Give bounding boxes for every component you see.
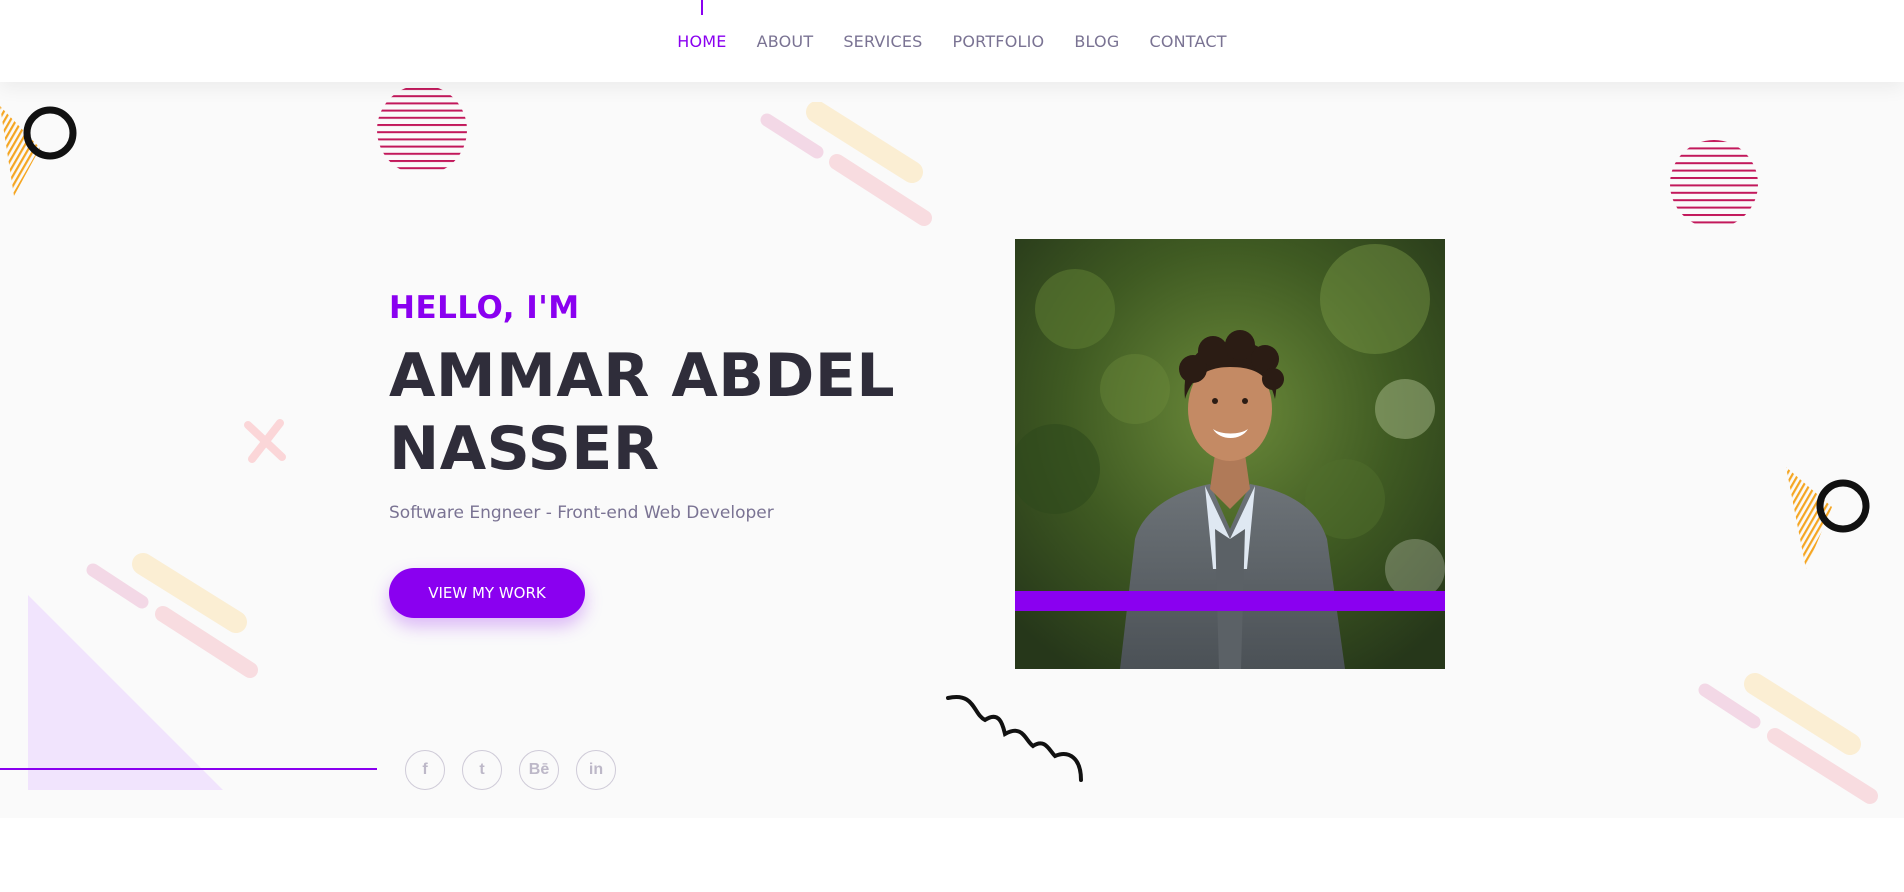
nav-about-link[interactable]: ABOUT xyxy=(757,32,814,51)
site-header: HOME ABOUT SERVICES PORTFOLIO BLOG CONTA… xyxy=(0,0,1904,82)
diagonal-bars-decoration xyxy=(1698,673,1878,804)
hero-name: AMMAR ABDEL NASSER xyxy=(389,340,909,486)
hero-subtitle: Software Engneer - Front-end Web Develop… xyxy=(389,503,774,523)
photo-accent-bar xyxy=(1015,591,1445,611)
striped-circle-decoration xyxy=(377,88,467,172)
main-nav: HOME ABOUT SERVICES PORTFOLIO BLOG CONTA… xyxy=(0,0,1904,82)
black-ring-decoration xyxy=(23,106,77,160)
hero-section xyxy=(0,82,1904,818)
diagonal-bars-decoration xyxy=(760,102,932,226)
zigzag-decoration xyxy=(946,694,1083,782)
cross-decoration xyxy=(244,419,286,463)
linkedin-icon[interactable]: in xyxy=(576,750,616,790)
hero-name-line1: AMMAR ABDEL xyxy=(389,341,896,411)
view-my-work-button[interactable]: VIEW MY WORK xyxy=(389,568,585,618)
nav-blog-link[interactable]: BLOG xyxy=(1074,32,1119,51)
hero-greeting: HELLO, I'M xyxy=(389,290,580,326)
twitter-icon[interactable]: t xyxy=(462,750,502,790)
nav-contact-link[interactable]: CONTACT xyxy=(1149,32,1226,51)
social-divider-line xyxy=(0,768,377,770)
nav-home-link[interactable]: HOME xyxy=(677,32,726,51)
striped-circle-decoration xyxy=(1670,140,1758,228)
facebook-icon[interactable]: f xyxy=(405,750,445,790)
hero-name-line2: NASSER xyxy=(389,414,660,484)
black-ring-decoration xyxy=(1816,479,1870,533)
nav-portfolio-link[interactable]: PORTFOLIO xyxy=(953,32,1045,51)
nav-services-link[interactable]: SERVICES xyxy=(843,32,922,51)
behance-icon[interactable]: Bē xyxy=(519,750,559,790)
diagonal-bars-decoration xyxy=(86,553,258,678)
